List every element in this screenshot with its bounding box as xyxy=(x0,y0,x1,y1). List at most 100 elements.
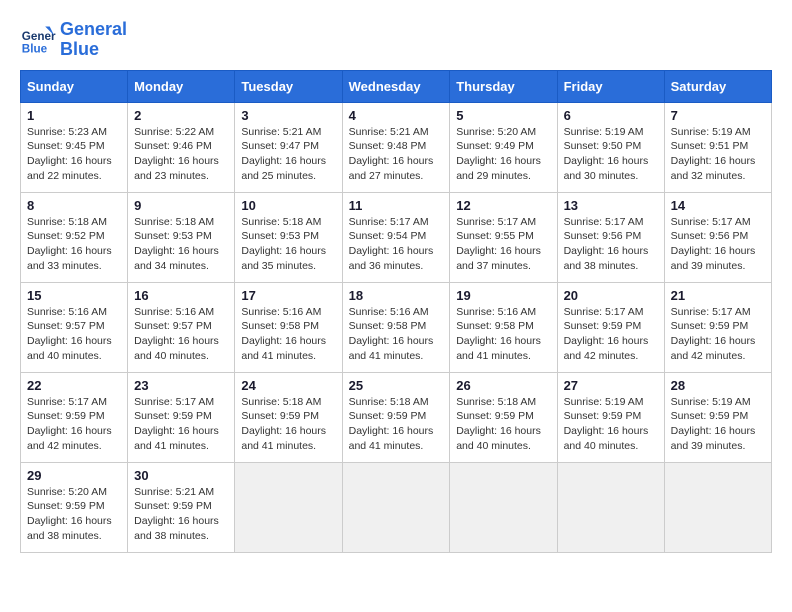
day-info: Sunrise: 5:17 AM Sunset: 9:59 PM Dayligh… xyxy=(27,395,121,454)
logo: General Blue General Blue xyxy=(20,20,127,60)
calendar-week-2: 8 Sunrise: 5:18 AM Sunset: 9:52 PM Dayli… xyxy=(21,192,772,282)
day-info: Sunrise: 5:18 AM Sunset: 9:52 PM Dayligh… xyxy=(27,215,121,274)
column-header-wednesday: Wednesday xyxy=(342,70,450,102)
day-number: 14 xyxy=(671,198,765,213)
day-cell-21: 21 Sunrise: 5:17 AM Sunset: 9:59 PM Dayl… xyxy=(664,282,771,372)
day-cell-19: 19 Sunrise: 5:16 AM Sunset: 9:58 PM Dayl… xyxy=(450,282,557,372)
day-cell-17: 17 Sunrise: 5:16 AM Sunset: 9:58 PM Dayl… xyxy=(235,282,342,372)
empty-cell xyxy=(557,462,664,552)
day-cell-7: 7 Sunrise: 5:19 AM Sunset: 9:51 PM Dayli… xyxy=(664,102,771,192)
day-number: 24 xyxy=(241,378,335,393)
day-number: 21 xyxy=(671,288,765,303)
column-header-thursday: Thursday xyxy=(450,70,557,102)
day-cell-16: 16 Sunrise: 5:16 AM Sunset: 9:57 PM Dayl… xyxy=(128,282,235,372)
day-cell-29: 29 Sunrise: 5:20 AM Sunset: 9:59 PM Dayl… xyxy=(21,462,128,552)
day-cell-22: 22 Sunrise: 5:17 AM Sunset: 9:59 PM Dayl… xyxy=(21,372,128,462)
calendar-week-1: 1 Sunrise: 5:23 AM Sunset: 9:45 PM Dayli… xyxy=(21,102,772,192)
day-cell-30: 30 Sunrise: 5:21 AM Sunset: 9:59 PM Dayl… xyxy=(128,462,235,552)
calendar-week-5: 29 Sunrise: 5:20 AM Sunset: 9:59 PM Dayl… xyxy=(21,462,772,552)
day-info: Sunrise: 5:19 AM Sunset: 9:50 PM Dayligh… xyxy=(564,125,658,184)
day-number: 4 xyxy=(349,108,444,123)
day-cell-27: 27 Sunrise: 5:19 AM Sunset: 9:59 PM Dayl… xyxy=(557,372,664,462)
day-number: 8 xyxy=(27,198,121,213)
day-info: Sunrise: 5:16 AM Sunset: 9:57 PM Dayligh… xyxy=(134,305,228,364)
day-number: 27 xyxy=(564,378,658,393)
day-cell-11: 11 Sunrise: 5:17 AM Sunset: 9:54 PM Dayl… xyxy=(342,192,450,282)
day-info: Sunrise: 5:18 AM Sunset: 9:53 PM Dayligh… xyxy=(134,215,228,274)
day-number: 20 xyxy=(564,288,658,303)
day-cell-18: 18 Sunrise: 5:16 AM Sunset: 9:58 PM Dayl… xyxy=(342,282,450,372)
column-header-sunday: Sunday xyxy=(21,70,128,102)
column-header-friday: Friday xyxy=(557,70,664,102)
day-number: 16 xyxy=(134,288,228,303)
day-info: Sunrise: 5:21 AM Sunset: 9:48 PM Dayligh… xyxy=(349,125,444,184)
empty-cell xyxy=(450,462,557,552)
day-number: 7 xyxy=(671,108,765,123)
day-cell-23: 23 Sunrise: 5:17 AM Sunset: 9:59 PM Dayl… xyxy=(128,372,235,462)
day-number: 22 xyxy=(27,378,121,393)
day-cell-14: 14 Sunrise: 5:17 AM Sunset: 9:56 PM Dayl… xyxy=(664,192,771,282)
day-info: Sunrise: 5:20 AM Sunset: 9:49 PM Dayligh… xyxy=(456,125,550,184)
calendar-week-4: 22 Sunrise: 5:17 AM Sunset: 9:59 PM Dayl… xyxy=(21,372,772,462)
day-number: 26 xyxy=(456,378,550,393)
day-info: Sunrise: 5:18 AM Sunset: 9:59 PM Dayligh… xyxy=(241,395,335,454)
calendar-table: SundayMondayTuesdayWednesdayThursdayFrid… xyxy=(20,70,772,553)
day-number: 1 xyxy=(27,108,121,123)
header: General Blue General Blue xyxy=(20,20,772,60)
day-cell-20: 20 Sunrise: 5:17 AM Sunset: 9:59 PM Dayl… xyxy=(557,282,664,372)
day-info: Sunrise: 5:22 AM Sunset: 9:46 PM Dayligh… xyxy=(134,125,228,184)
day-cell-25: 25 Sunrise: 5:18 AM Sunset: 9:59 PM Dayl… xyxy=(342,372,450,462)
day-number: 13 xyxy=(564,198,658,213)
day-info: Sunrise: 5:17 AM Sunset: 9:59 PM Dayligh… xyxy=(564,305,658,364)
empty-cell xyxy=(235,462,342,552)
day-cell-8: 8 Sunrise: 5:18 AM Sunset: 9:52 PM Dayli… xyxy=(21,192,128,282)
day-info: Sunrise: 5:20 AM Sunset: 9:59 PM Dayligh… xyxy=(27,485,121,544)
day-number: 29 xyxy=(27,468,121,483)
empty-cell xyxy=(342,462,450,552)
day-info: Sunrise: 5:16 AM Sunset: 9:58 PM Dayligh… xyxy=(349,305,444,364)
column-header-saturday: Saturday xyxy=(664,70,771,102)
day-cell-1: 1 Sunrise: 5:23 AM Sunset: 9:45 PM Dayli… xyxy=(21,102,128,192)
day-info: Sunrise: 5:18 AM Sunset: 9:59 PM Dayligh… xyxy=(349,395,444,454)
day-cell-9: 9 Sunrise: 5:18 AM Sunset: 9:53 PM Dayli… xyxy=(128,192,235,282)
day-number: 5 xyxy=(456,108,550,123)
empty-cell xyxy=(664,462,771,552)
day-number: 9 xyxy=(134,198,228,213)
day-cell-24: 24 Sunrise: 5:18 AM Sunset: 9:59 PM Dayl… xyxy=(235,372,342,462)
day-info: Sunrise: 5:17 AM Sunset: 9:59 PM Dayligh… xyxy=(671,305,765,364)
day-info: Sunrise: 5:17 AM Sunset: 9:55 PM Dayligh… xyxy=(456,215,550,274)
day-number: 11 xyxy=(349,198,444,213)
day-cell-10: 10 Sunrise: 5:18 AM Sunset: 9:53 PM Dayl… xyxy=(235,192,342,282)
day-cell-4: 4 Sunrise: 5:21 AM Sunset: 9:48 PM Dayli… xyxy=(342,102,450,192)
day-cell-26: 26 Sunrise: 5:18 AM Sunset: 9:59 PM Dayl… xyxy=(450,372,557,462)
day-cell-28: 28 Sunrise: 5:19 AM Sunset: 9:59 PM Dayl… xyxy=(664,372,771,462)
day-cell-12: 12 Sunrise: 5:17 AM Sunset: 9:55 PM Dayl… xyxy=(450,192,557,282)
day-number: 19 xyxy=(456,288,550,303)
day-cell-6: 6 Sunrise: 5:19 AM Sunset: 9:50 PM Dayli… xyxy=(557,102,664,192)
day-info: Sunrise: 5:21 AM Sunset: 9:47 PM Dayligh… xyxy=(241,125,335,184)
day-number: 3 xyxy=(241,108,335,123)
day-info: Sunrise: 5:18 AM Sunset: 9:59 PM Dayligh… xyxy=(456,395,550,454)
day-info: Sunrise: 5:19 AM Sunset: 9:59 PM Dayligh… xyxy=(671,395,765,454)
day-number: 18 xyxy=(349,288,444,303)
day-number: 17 xyxy=(241,288,335,303)
day-number: 30 xyxy=(134,468,228,483)
day-cell-13: 13 Sunrise: 5:17 AM Sunset: 9:56 PM Dayl… xyxy=(557,192,664,282)
day-info: Sunrise: 5:21 AM Sunset: 9:59 PM Dayligh… xyxy=(134,485,228,544)
day-cell-15: 15 Sunrise: 5:16 AM Sunset: 9:57 PM Dayl… xyxy=(21,282,128,372)
svg-text:Blue: Blue xyxy=(22,42,48,55)
day-number: 28 xyxy=(671,378,765,393)
column-header-monday: Monday xyxy=(128,70,235,102)
day-info: Sunrise: 5:17 AM Sunset: 9:56 PM Dayligh… xyxy=(671,215,765,274)
day-info: Sunrise: 5:23 AM Sunset: 9:45 PM Dayligh… xyxy=(27,125,121,184)
day-number: 10 xyxy=(241,198,335,213)
column-header-tuesday: Tuesday xyxy=(235,70,342,102)
day-info: Sunrise: 5:17 AM Sunset: 9:54 PM Dayligh… xyxy=(349,215,444,274)
day-info: Sunrise: 5:17 AM Sunset: 9:56 PM Dayligh… xyxy=(564,215,658,274)
day-info: Sunrise: 5:17 AM Sunset: 9:59 PM Dayligh… xyxy=(134,395,228,454)
day-info: Sunrise: 5:16 AM Sunset: 9:58 PM Dayligh… xyxy=(456,305,550,364)
logo-icon: General Blue xyxy=(20,22,56,58)
day-cell-5: 5 Sunrise: 5:20 AM Sunset: 9:49 PM Dayli… xyxy=(450,102,557,192)
day-number: 25 xyxy=(349,378,444,393)
day-number: 12 xyxy=(456,198,550,213)
